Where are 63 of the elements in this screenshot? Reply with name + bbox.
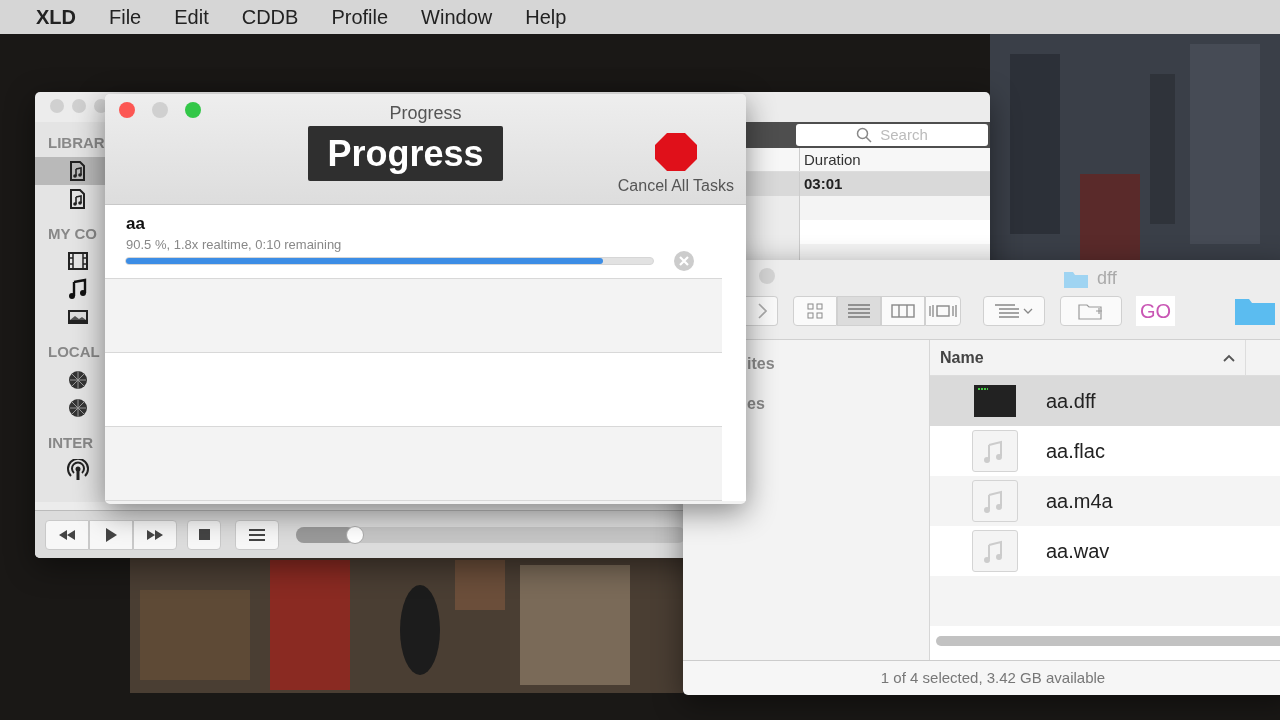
caret-icon [1023,307,1033,315]
search-icon [856,127,873,143]
file-row[interactable]: aa.dff [930,376,1280,426]
menu-item[interactable]: File [109,2,142,32]
sidebar-heading: LIBRAR [47,133,105,153]
go-button[interactable]: GO [1136,296,1176,326]
window-button[interactable] [185,102,201,118]
status-text: 1 of 4 selected, 3.42 GB available [683,660,1280,695]
stop-button[interactable] [187,519,221,550]
position-slider[interactable] [296,526,686,543]
list-icon [995,304,1019,318]
stop-sign-icon [653,132,698,172]
table-row[interactable]: 03:01 [745,172,990,196]
file-row[interactable]: aa.m4a [930,476,1280,526]
new-folder-icon [1078,302,1104,320]
folder-icon[interactable] [1235,297,1276,325]
view-button[interactable] [793,296,837,326]
menu-item[interactable]: Profile [331,2,389,32]
window-title: dff [1097,267,1117,290]
columns-icon [891,303,915,319]
play-icon [104,526,118,543]
cancel-icon[interactable] [673,250,695,272]
task-name: aa [126,213,145,235]
window-title: Progress [389,103,462,123]
fast-forward-button[interactable] [133,519,177,550]
task-status: 90.5 %, 1.8x realtime, 0:10 remaining [126,236,342,254]
globe-icon [67,396,89,419]
rewind-button[interactable] [45,519,89,550]
globe-icon [67,368,89,391]
menu-item[interactable]: CDDB [241,2,299,32]
film-icon [67,250,89,272]
app-menu[interactable]: XLD [36,2,76,32]
new-folder-button[interactable] [1060,296,1122,326]
sidebar-heading: INTER [47,432,94,453]
menu-item[interactable]: Edit [174,2,209,32]
cover-flow-icon [929,303,957,319]
fast-forward-icon [145,527,165,542]
play-button[interactable] [89,519,133,550]
sidebar-heading: MY CO [47,223,98,244]
window-button[interactable] [759,268,775,284]
forward-button[interactable] [746,296,778,326]
terminal-icon [972,382,1018,420]
caption-label: Progress [308,126,503,181]
list-icon [848,303,870,319]
stop-icon [197,528,211,541]
grid-icon [807,303,823,319]
list-icon [248,527,266,542]
sidebar-heading: LOCAL [47,342,101,362]
view-button[interactable] [837,296,881,326]
broadcast-icon [67,459,89,481]
list-button[interactable] [235,519,279,550]
arrange-button[interactable] [983,296,1045,326]
menu-item[interactable]: Help [525,2,567,32]
sidebar-item[interactable] [35,156,105,185]
view-button[interactable] [881,296,925,326]
window-button[interactable] [119,102,135,118]
chevron-right-icon [756,303,767,319]
rewind-icon [57,527,77,542]
view-button[interactable] [925,296,961,326]
cancel-all-button[interactable]: Cancel All Tasks [617,132,734,198]
music-note-icon [67,278,89,300]
scrollbar[interactable] [936,636,1280,646]
menu-item[interactable]: Window [421,2,493,32]
